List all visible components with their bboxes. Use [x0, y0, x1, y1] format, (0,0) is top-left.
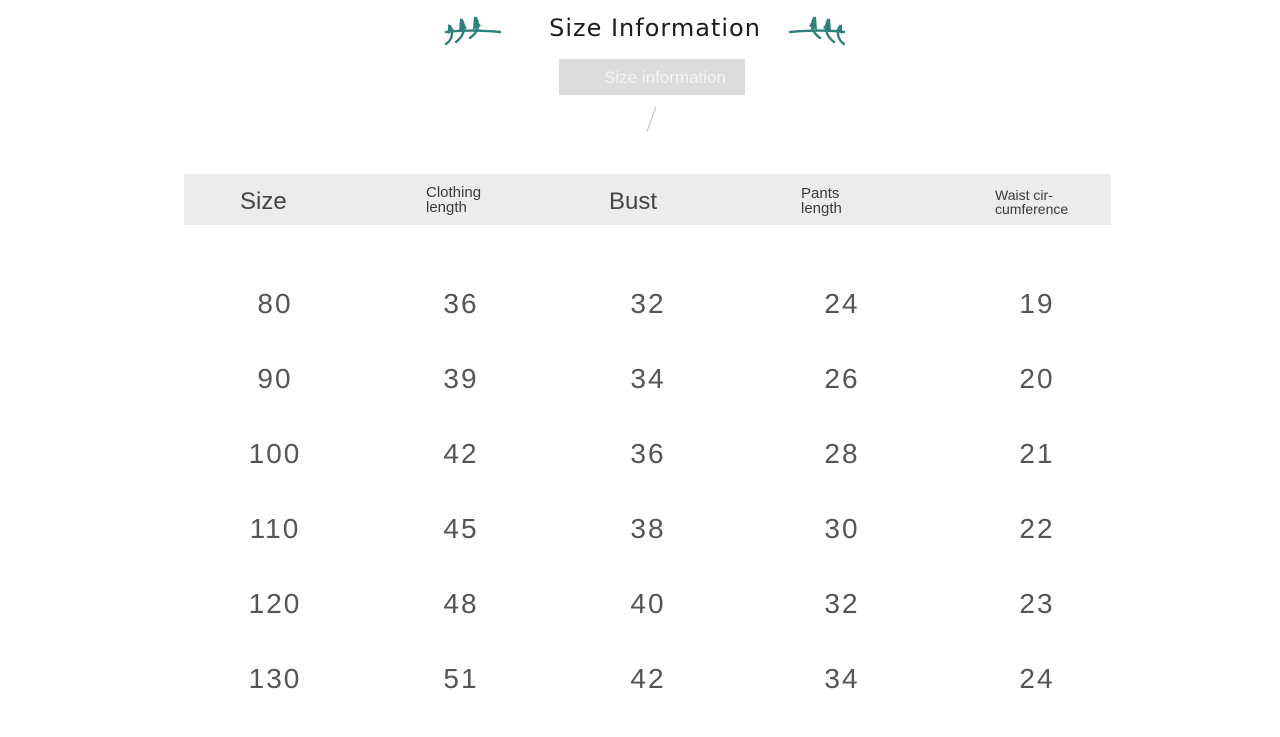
- cell-clothing-length: 45: [443, 513, 479, 544]
- table-row: 80 36 32 24 19: [0, 289, 1280, 319]
- cell-waist: 19: [1019, 288, 1055, 319]
- subtitle-text: Size information: [604, 68, 726, 87]
- cell-bust: 36: [630, 438, 666, 469]
- cell-pants-length: 30: [824, 513, 860, 544]
- cell-waist: 24: [1019, 663, 1055, 694]
- table-row: 130 51 42 34 24: [0, 664, 1280, 694]
- cell-pants-length: 24: [824, 288, 860, 319]
- cell-waist: 23: [1019, 588, 1055, 619]
- cell-waist: 20: [1019, 363, 1055, 394]
- cell-waist: 21: [1019, 438, 1055, 469]
- column-header-bust: Bust: [609, 188, 658, 215]
- column-header-size: Size: [240, 188, 287, 215]
- cell-clothing-length: 51: [443, 663, 479, 694]
- cell-bust: 34: [630, 363, 666, 394]
- cell-pants-length: 26: [824, 363, 860, 394]
- cell-size: 120: [248, 588, 302, 619]
- table-row: 90 39 34 26 20: [0, 364, 1280, 394]
- column-header-pants-length: Pants length: [801, 185, 842, 217]
- cell-bust: 42: [630, 663, 666, 694]
- cell-bust: 32: [630, 288, 666, 319]
- cell-clothing-length: 48: [443, 588, 479, 619]
- subtitle-box: Size information: [559, 59, 745, 95]
- cell-pants-length: 32: [824, 588, 860, 619]
- cell-size: 110: [249, 513, 301, 544]
- cell-bust: 38: [630, 513, 666, 544]
- cell-pants-length: 34: [824, 663, 860, 694]
- page-title: Size Information: [549, 14, 761, 42]
- cell-pants-length: 28: [824, 438, 860, 469]
- cell-clothing-length: 36: [443, 288, 479, 319]
- column-header-waist: Waist cir- cumference: [995, 187, 1069, 217]
- cell-clothing-length: 39: [443, 363, 479, 394]
- cell-clothing-length: 42: [443, 438, 479, 469]
- cell-size: 90: [257, 363, 293, 394]
- divider-slash: [646, 106, 657, 132]
- table-row: 100 42 36 28 21: [0, 439, 1280, 469]
- cell-size: 130: [248, 663, 302, 694]
- cell-size: 100: [248, 438, 302, 469]
- cell-waist: 22: [1019, 513, 1055, 544]
- cell-size: 80: [257, 288, 293, 319]
- cell-bust: 40: [630, 588, 666, 619]
- table-row: 110 45 38 30 22: [0, 514, 1280, 544]
- column-header-clothing-length: Clothing length: [426, 184, 482, 216]
- table-row: 120 48 40 32 23: [0, 589, 1280, 619]
